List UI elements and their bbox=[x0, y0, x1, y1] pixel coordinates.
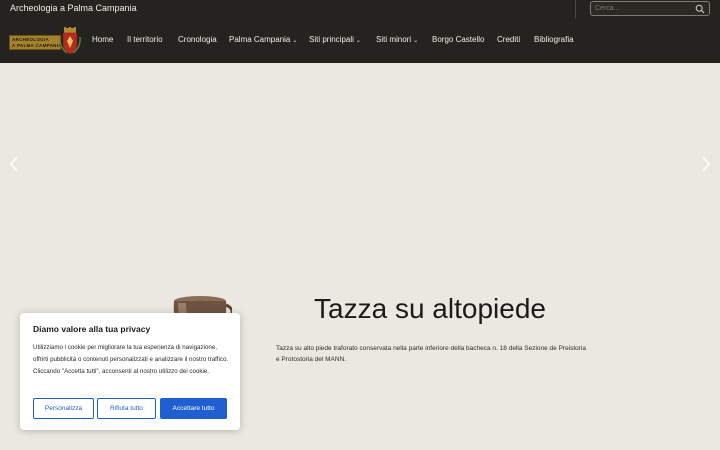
search-icon[interactable] bbox=[695, 4, 705, 14]
chevron-right-icon[interactable] bbox=[700, 155, 712, 173]
nav-item-siti-minori[interactable]: Siti minori ⌄ bbox=[376, 35, 418, 44]
cookie-consent-banner: Diamo valore alla tua privacy Utilizziam… bbox=[20, 313, 240, 430]
nav-item-label: Bibliografia bbox=[534, 35, 574, 44]
nav-item-label: Cronologia bbox=[178, 35, 217, 44]
slide-title: Tazza su altopiede bbox=[314, 293, 546, 324]
cookie-text: Utilizziamo i cookie per migliorare la t… bbox=[33, 344, 229, 375]
nav-item-cronologia[interactable]: Cronologia bbox=[178, 35, 217, 44]
chevron-down-icon: ⌄ bbox=[413, 38, 419, 44]
slide-caption: Tazza su alto piede traforato conservata… bbox=[276, 345, 587, 363]
logo-line-1: ARCHEOLOGIA bbox=[12, 37, 50, 42]
crest-icon bbox=[59, 27, 81, 55]
site-logo[interactable]: ARCHEOLOGIA A PALMA CAMPANIA bbox=[9, 25, 81, 55]
reject-all-button[interactable]: Rifiuta tutto bbox=[97, 398, 156, 419]
top-bar: Archeologia a Palma Campania bbox=[0, 0, 720, 18]
nav-item-bibliografia[interactable]: Bibliografia bbox=[534, 35, 574, 44]
nav-item-borgo-castello[interactable]: Borgo Castello bbox=[432, 35, 484, 44]
logo-line-2: A PALMA CAMPANIA bbox=[12, 43, 62, 48]
search-area bbox=[575, 0, 720, 18]
customize-button[interactable]: Personalizza bbox=[33, 398, 94, 419]
chevron-left-icon[interactable] bbox=[8, 155, 20, 173]
main-navigation: ARCHEOLOGIA A PALMA CAMPANIA Home Il ter… bbox=[0, 18, 720, 63]
search-box bbox=[590, 1, 710, 16]
cookie-title: Diamo valore alla tua privacy bbox=[33, 324, 151, 334]
nav-item-label: Palma Campania bbox=[229, 35, 291, 44]
nav-item-label: Borgo Castello bbox=[432, 35, 485, 44]
nav-item-crediti[interactable]: Crediti bbox=[497, 35, 520, 44]
chevron-down-icon: ⌄ bbox=[292, 38, 298, 44]
nav-item-label: Il territorio bbox=[127, 35, 163, 44]
logo-plate: ARCHEOLOGIA A PALMA CAMPANIA bbox=[9, 35, 61, 50]
nav-item-palma-campania[interactable]: Palma Campania ⌄ bbox=[229, 35, 297, 44]
nav-item-label: Crediti bbox=[497, 35, 521, 44]
nav-item-label: Siti minori bbox=[376, 35, 412, 44]
nav-item-siti-principali[interactable]: Siti principali ⌄ bbox=[309, 35, 361, 44]
accept-all-button[interactable]: Accettare tutto bbox=[160, 398, 227, 419]
site-title[interactable]: Archeologia a Palma Campania bbox=[10, 3, 137, 13]
search-input[interactable] bbox=[591, 2, 695, 15]
nav-item-il-territorio[interactable]: Il territorio bbox=[127, 35, 163, 44]
chevron-down-icon: ⌄ bbox=[355, 38, 361, 44]
nav-item-home[interactable]: Home bbox=[92, 35, 113, 44]
nav-item-label: Home bbox=[92, 35, 114, 44]
nav-item-label: Siti principali bbox=[309, 35, 354, 44]
